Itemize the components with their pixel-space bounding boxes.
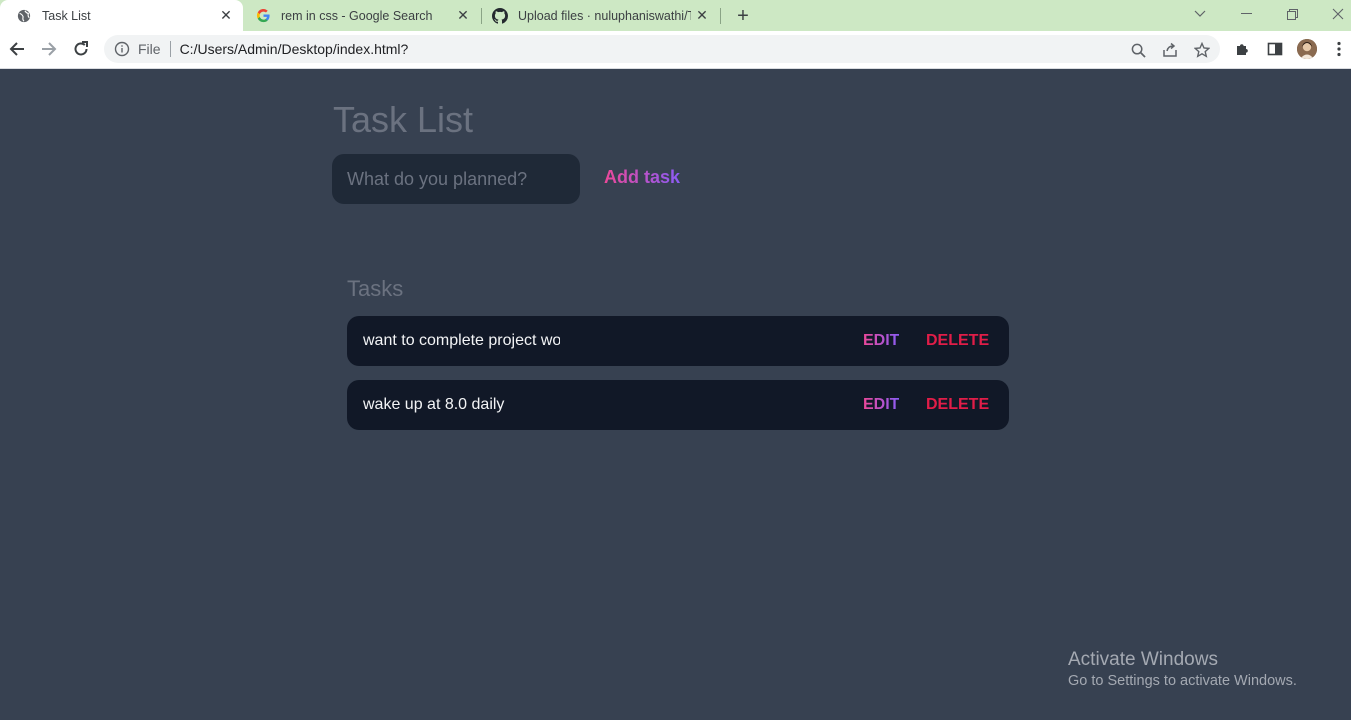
restore-icon [1286, 8, 1298, 20]
reload-button[interactable] [67, 35, 95, 63]
address-bar[interactable]: File C:/Users/Admin/Desktop/index.html? [104, 35, 1220, 63]
edit-button[interactable]: EDIT [863, 396, 899, 414]
arrow-right-icon [42, 42, 57, 56]
side-panel-icon[interactable] [1265, 39, 1285, 59]
google-icon [255, 8, 271, 24]
close-icon [1332, 8, 1344, 20]
github-icon [492, 7, 508, 24]
tab-close-icon[interactable]: ✕ [693, 6, 711, 24]
tab-title: rem in css - Google Search [281, 8, 433, 23]
tab-google-search[interactable]: rem in css - Google Search ✕ [243, 0, 480, 31]
globe-icon [16, 8, 32, 24]
minimize-icon [1240, 13, 1252, 14]
tab-strip: Task List ✕ rem in css - Google Search ✕… [0, 0, 1351, 31]
task-input[interactable] [332, 154, 580, 204]
forward-button[interactable] [35, 35, 63, 63]
new-tab-button[interactable]: + [732, 5, 754, 27]
page-title: Task List [333, 99, 474, 140]
delete-button[interactable]: DELETE [926, 396, 989, 414]
app-page: Task List Add task Tasks want to complet… [0, 69, 1351, 720]
reload-icon [74, 41, 88, 56]
tab-search-button[interactable] [1180, 0, 1220, 28]
extensions-puzzle-icon[interactable] [1233, 39, 1253, 59]
edit-button[interactable]: EDIT [863, 332, 899, 350]
minimize-button[interactable] [1226, 0, 1266, 28]
task-text: want to complete project work [363, 332, 560, 349]
delete-button[interactable]: DELETE [926, 332, 989, 350]
tasks-heading: Tasks [347, 276, 404, 301]
info-icon[interactable] [114, 41, 130, 57]
chevron-down-icon [1194, 10, 1206, 17]
profile-avatar[interactable] [1297, 39, 1317, 59]
tab-upload-files[interactable]: Upload files · nuluphaniswathi/To ✕ [482, 0, 719, 31]
arrow-left-icon [9, 42, 24, 56]
watermark-title: Activate Windows [1068, 649, 1218, 670]
watermark-subtitle: Go to Settings to activate Windows. [1068, 673, 1297, 689]
menu-kebab-icon[interactable] [1329, 39, 1349, 59]
task-item: wake up at 8.0 daily EDIT DELETE [347, 380, 1009, 430]
task-item: want to complete project work EDIT DELET… [347, 316, 1009, 366]
task-text: wake up at 8.0 daily [363, 396, 505, 413]
add-task-button[interactable]: Add task [604, 167, 680, 188]
back-button[interactable] [3, 35, 31, 63]
bookmark-star-icon[interactable] [1193, 41, 1211, 59]
address-divider [169, 41, 171, 57]
url-text: C:/Users/Admin/Desktop/index.html? [179, 41, 409, 57]
tab-divider [720, 8, 721, 24]
tab-close-icon[interactable]: ✕ [454, 6, 472, 24]
tab-title: Task List [42, 8, 91, 23]
zoom-icon[interactable] [1129, 41, 1147, 59]
restore-button[interactable] [1272, 0, 1312, 28]
tab-task-list[interactable]: Task List ✕ [0, 0, 243, 31]
security-label: File [138, 41, 161, 57]
plus-icon: + [737, 4, 749, 27]
tab-title: Upload files · nuluphaniswathi/To [518, 8, 691, 23]
windows-activation-watermark: Activate Windows Go to Settings to activ… [1068, 649, 1297, 689]
close-window-button[interactable] [1318, 0, 1351, 28]
browser-toolbar: File C:/Users/Admin/Desktop/index.html? [0, 31, 1351, 69]
share-icon[interactable] [1161, 41, 1179, 59]
tab-close-icon[interactable]: ✕ [217, 6, 235, 24]
